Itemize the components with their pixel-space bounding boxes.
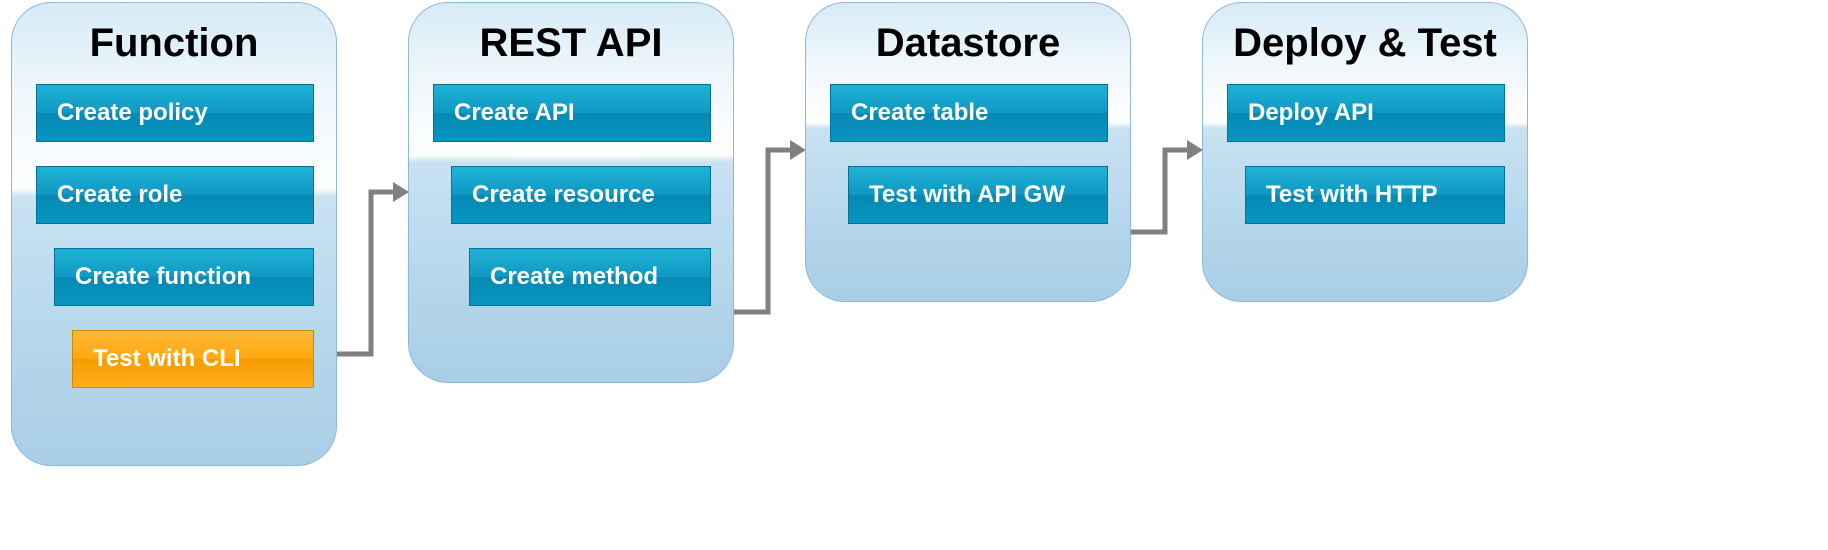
step-create-policy: Create policy — [36, 84, 314, 142]
card-title: Function — [36, 21, 312, 66]
connector-2 — [734, 132, 806, 314]
step-label: Test with HTTP — [1266, 181, 1438, 209]
step-create-resource: Create resource — [451, 166, 711, 224]
step-test-with-cli: Test with CLI — [72, 330, 314, 388]
card-deploy-test: Deploy & Test Deploy API Test with HTTP — [1202, 2, 1528, 302]
step-test-with-api-gw: Test with API GW — [848, 166, 1108, 224]
step-label: Create role — [57, 181, 182, 209]
step-test-with-http: Test with HTTP — [1245, 166, 1505, 224]
card-rest-api: REST API Create API Create resource Crea… — [408, 2, 734, 383]
card-title: REST API — [433, 21, 709, 66]
step-label: Create resource — [472, 181, 655, 209]
card-title: Datastore — [830, 21, 1106, 66]
step-label: Create API — [454, 99, 575, 127]
card-function: Function Create policy Create role Creat… — [11, 2, 337, 466]
connector-3 — [1131, 132, 1203, 234]
card-datastore: Datastore Create table Test with API GW — [805, 2, 1131, 302]
step-deploy-api: Deploy API — [1227, 84, 1505, 142]
step-label: Create table — [851, 99, 988, 127]
step-create-role: Create role — [36, 166, 314, 224]
connector-1 — [337, 174, 409, 356]
step-create-api: Create API — [433, 84, 711, 142]
step-label: Test with API GW — [869, 181, 1065, 209]
step-label: Test with CLI — [93, 345, 241, 373]
step-create-table: Create table — [830, 84, 1108, 142]
step-label: Create method — [490, 263, 658, 291]
step-create-function: Create function — [54, 248, 314, 306]
step-label: Deploy API — [1248, 99, 1374, 127]
step-create-method: Create method — [469, 248, 711, 306]
card-title: Deploy & Test — [1227, 21, 1503, 66]
step-label: Create function — [75, 263, 251, 291]
step-label: Create policy — [57, 99, 208, 127]
diagram-canvas: Function Create policy Create role Creat… — [0, 0, 1828, 550]
